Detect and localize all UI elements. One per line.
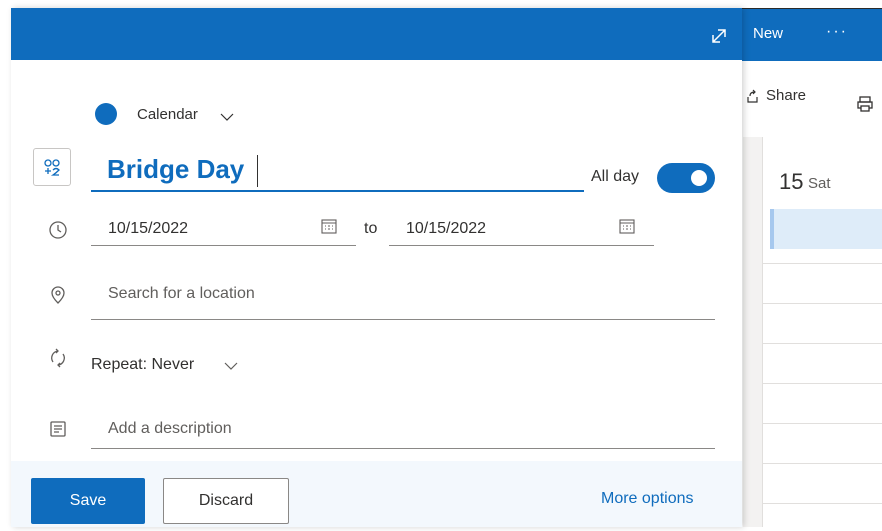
chevron-down-icon[interactable] <box>219 109 235 125</box>
chevron-down-icon[interactable] <box>223 358 239 374</box>
location-input[interactable]: Search for a location <box>91 273 715 320</box>
emoji-icon <box>44 159 60 176</box>
calendar-icon[interactable] <box>320 217 338 235</box>
all-day-toggle[interactable] <box>657 163 715 193</box>
end-date-field[interactable]: 10/15/2022 <box>389 208 654 246</box>
card-header <box>11 8 742 60</box>
all-day-label: All day <box>591 168 640 185</box>
event-title-input[interactable] <box>91 148 584 192</box>
print-icon[interactable] <box>856 95 874 113</box>
start-date-field[interactable]: 10/15/2022 <box>91 208 356 246</box>
end-date-value: 10/15/2022 <box>406 220 487 237</box>
share-icon <box>747 89 758 103</box>
hour-line <box>762 423 882 424</box>
calendar-day-column[interactable] <box>762 137 882 527</box>
to-label: to <box>364 220 378 237</box>
calendar-selector[interactable]: Calendar <box>137 106 198 123</box>
discard-button[interactable]: Discard <box>163 478 289 524</box>
save-button[interactable]: Save <box>31 478 145 524</box>
event-icon-picker[interactable] <box>33 148 71 186</box>
hour-line <box>762 343 882 344</box>
share-label: Share <box>766 87 807 104</box>
day-number: 15 <box>779 169 804 194</box>
calendar-color-dot <box>95 103 117 125</box>
start-date-value: 10/15/2022 <box>108 220 189 237</box>
hour-line <box>762 503 882 504</box>
day-name: Sat <box>808 175 831 192</box>
hour-line <box>762 303 882 304</box>
description-input[interactable]: Add a description <box>91 412 715 449</box>
event-compose-card: Calendar All day 10/15/2022 to 10/15/202… <box>11 8 742 527</box>
hour-line <box>762 463 882 464</box>
notes-icon <box>50 421 66 437</box>
new-event-button[interactable]: New <box>753 25 783 42</box>
toggle-knob <box>691 170 707 186</box>
location-pin-icon <box>51 286 65 304</box>
repeat-selector[interactable]: Repeat: Never <box>91 356 194 374</box>
more-actions-button[interactable]: ··· <box>826 23 848 41</box>
expand-icon[interactable] <box>709 26 729 46</box>
hour-line <box>762 263 882 264</box>
all-day-event-strip[interactable] <box>770 209 882 249</box>
clock-icon <box>49 221 67 239</box>
repeat-icon <box>51 348 65 368</box>
more-options-link[interactable]: More options <box>601 490 694 508</box>
hour-line <box>762 383 882 384</box>
calendar-icon[interactable] <box>618 217 636 235</box>
location-placeholder: Search for a location <box>108 285 255 302</box>
description-placeholder: Add a description <box>108 420 232 437</box>
share-button[interactable]: Share <box>744 87 806 104</box>
text-cursor <box>257 155 258 187</box>
